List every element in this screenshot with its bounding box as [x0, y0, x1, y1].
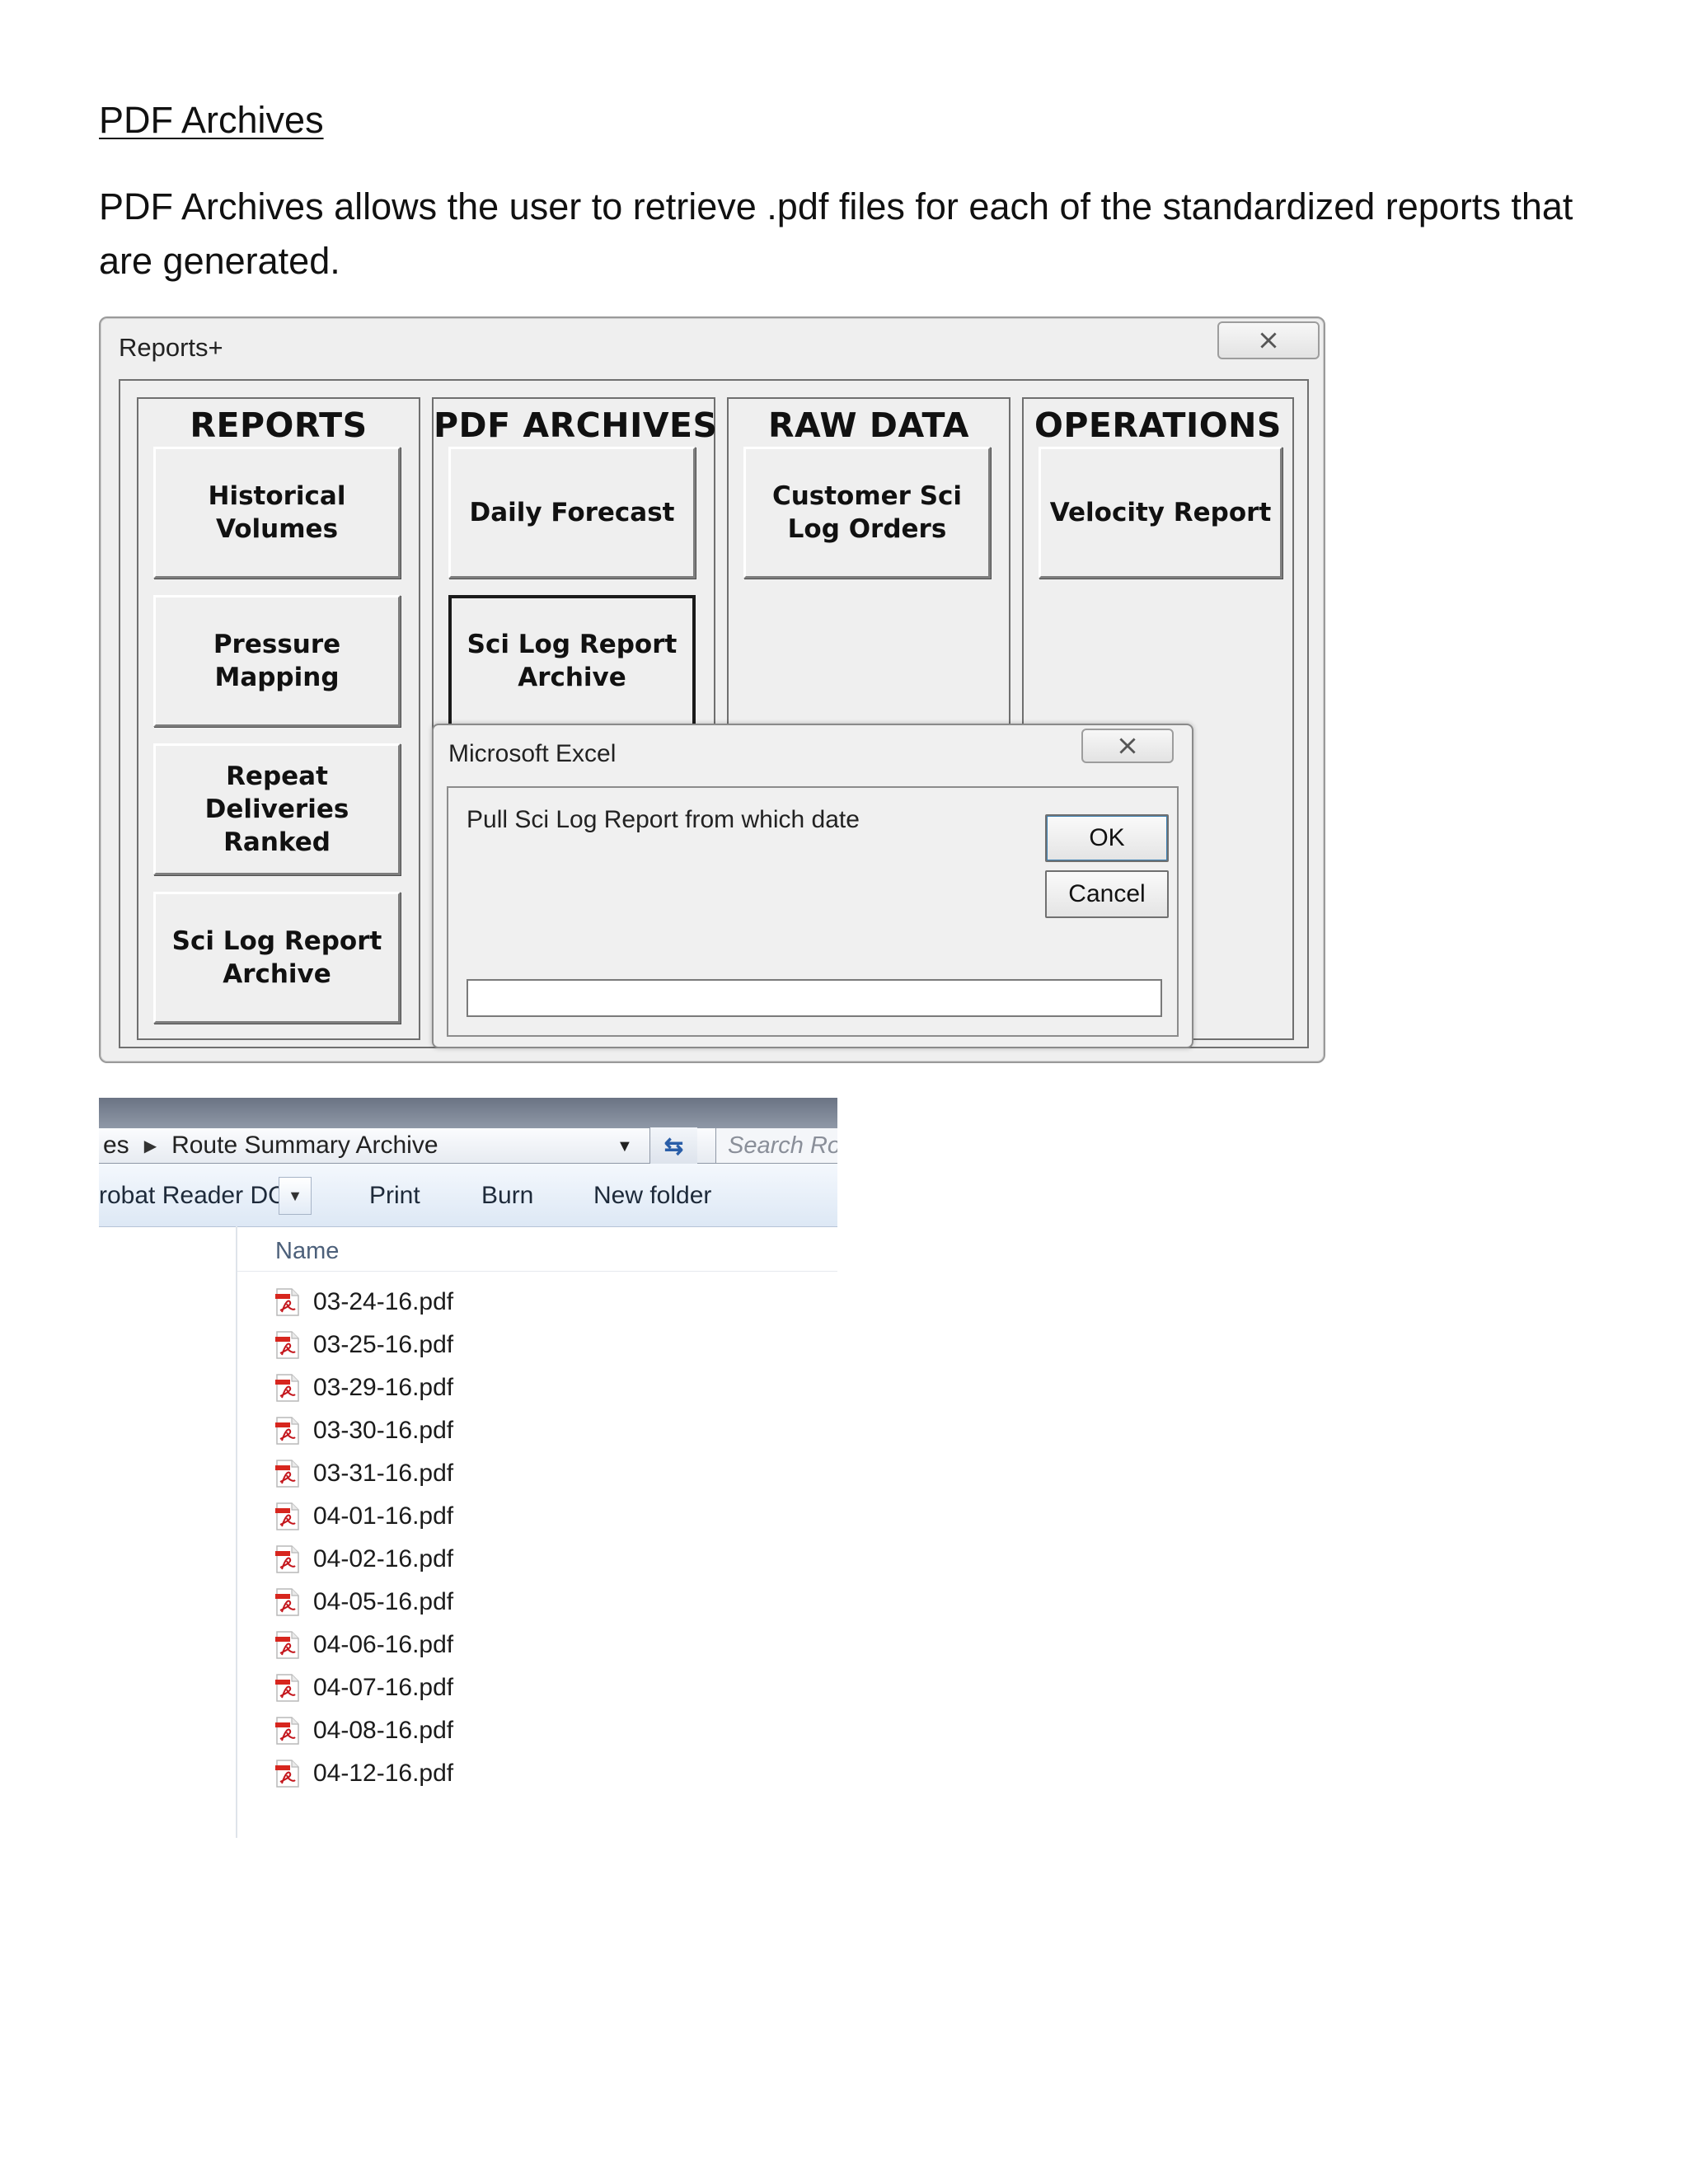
group-title-operations: OPERATIONS — [1034, 405, 1282, 445]
file-row[interactable]: 03-30-16.pdf3/: — [237, 1409, 837, 1452]
button-label: Sci Log Report Archive — [467, 630, 678, 692]
file-name: 04-05-16.pdf — [313, 1588, 454, 1615]
repeat-deliveries-ranked-button[interactable]: Repeat Deliveries Ranked — [153, 743, 401, 875]
explorer-toolbar: robat Reader DC ▼ Print Burn New folder — [99, 1164, 837, 1227]
name-column-header[interactable]: Name — [275, 1238, 339, 1265]
file-row[interactable]: 04-08-16.pdf4/: — [237, 1709, 837, 1752]
file-row[interactable]: 04-12-16.pdf4/: — [237, 1752, 837, 1795]
close-icon: ⨯ — [1256, 325, 1281, 356]
file-row[interactable]: 03-25-16.pdf3/: — [237, 1324, 837, 1366]
file-row[interactable]: 04-01-16.pdf3/: — [237, 1495, 837, 1538]
file-name: 04-07-16.pdf — [313, 1674, 454, 1701]
file-name: 04-06-16.pdf — [313, 1631, 454, 1658]
file-row[interactable]: 04-05-16.pdf4/ — [237, 1581, 837, 1624]
pdf-file-icon — [275, 1588, 299, 1616]
file-name: 03-29-16.pdf — [313, 1374, 454, 1401]
excel-input-dialog: Microsoft Excel ⨯ Pull Sci Log Report fr… — [432, 724, 1193, 1048]
file-row[interactable]: 04-06-16.pdf4/! — [237, 1624, 837, 1666]
group-title-reports: REPORTS — [190, 405, 368, 445]
file-row[interactable]: 04-02-16.pdf4/: — [237, 1538, 837, 1581]
pdf-file-icon — [275, 1374, 299, 1402]
open-with-button[interactable]: robat Reader DC — [99, 1182, 286, 1210]
search-input[interactable]: Search Ro — [715, 1127, 837, 1164]
button-label: Daily Forecast — [469, 498, 675, 527]
file-row[interactable]: 03-24-16.pdf3/: — [237, 1281, 837, 1324]
breadcrumb-current[interactable]: Route Summary Archive — [171, 1132, 438, 1160]
file-explorer: es ▶ Route Summary Archive ▼ ⇆ Search Ro… — [99, 1098, 837, 1838]
ok-button[interactable]: OK — [1045, 814, 1169, 862]
search-placeholder: Search Ro — [728, 1132, 837, 1159]
pdf-file-icon — [275, 1545, 299, 1573]
burn-button[interactable]: Burn — [481, 1182, 533, 1210]
button-label: Repeat Deliveries Ranked — [204, 762, 349, 857]
section-heading: PDF Archives — [99, 99, 324, 141]
file-row[interactable]: 03-31-16.pdf3/: — [237, 1452, 837, 1495]
file-name: 03-24-16.pdf — [313, 1288, 454, 1315]
button-label: Velocity Report — [1049, 498, 1272, 527]
new-folder-button[interactable]: New folder — [593, 1182, 711, 1210]
button-label: Pressure Mapping — [213, 630, 341, 692]
button-label: Historical Volumes — [208, 481, 346, 544]
cancel-label: Cancel — [1068, 880, 1146, 907]
section-paragraph: PDF Archives allows the user to retrieve… — [99, 185, 1573, 282]
pdf-file-icon — [275, 1288, 299, 1316]
window-close-button[interactable]: ⨯ — [1217, 321, 1320, 359]
customer-sci-log-orders-button[interactable]: Customer Sci Log Orders — [743, 447, 991, 579]
pdf-file-icon — [275, 1717, 299, 1745]
group-reports: REPORTS Historical Volumes Pressure Mapp… — [137, 397, 420, 1040]
pdf-file-icon — [275, 1460, 299, 1488]
file-name: 04-12-16.pdf — [313, 1760, 454, 1787]
pdf-file-icon — [275, 1674, 299, 1702]
pdf-file-icon — [275, 1331, 299, 1359]
pdf-sci-log-report-archive-button[interactable]: Sci Log Report Archive — [448, 595, 696, 727]
historical-volumes-button[interactable]: Historical Volumes — [153, 447, 401, 579]
refresh-icon[interactable]: ⇆ — [649, 1127, 697, 1164]
breadcrumb-arrow-icon: ▶ — [143, 1137, 157, 1155]
file-name: 03-25-16.pdf — [313, 1331, 454, 1358]
file-name: 04-01-16.pdf — [313, 1502, 454, 1530]
button-label: Sci Log Report Archive — [171, 926, 382, 989]
file-name: 03-30-16.pdf — [313, 1417, 454, 1444]
dialog-close-button[interactable]: ⨯ — [1081, 729, 1174, 763]
close-icon: ⨯ — [1115, 730, 1140, 762]
file-row[interactable]: 03-29-16.pdf3/: — [237, 1366, 837, 1409]
velocity-report-button[interactable]: Velocity Report — [1039, 447, 1282, 579]
window-title: Reports+ — [119, 333, 223, 362]
dialog-title: Microsoft Excel — [448, 740, 617, 767]
pdf-file-icon — [275, 1417, 299, 1445]
print-button[interactable]: Print — [369, 1182, 420, 1210]
pdf-file-icon — [275, 1760, 299, 1788]
button-label: Customer Sci Log Orders — [771, 481, 963, 544]
chevron-down-icon[interactable]: ▼ — [279, 1177, 312, 1215]
cancel-button[interactable]: Cancel — [1045, 870, 1169, 918]
pdf-file-icon — [275, 1631, 299, 1659]
file-name: 04-08-16.pdf — [313, 1717, 454, 1744]
file-row[interactable]: 04-07-16.pdf4/( — [237, 1666, 837, 1709]
ok-label: OK — [1089, 824, 1125, 851]
daily-forecast-button[interactable]: Daily Forecast — [448, 447, 696, 579]
address-dropdown-icon[interactable]: ▼ — [617, 1137, 633, 1156]
group-title-raw-data: RAW DATA — [767, 405, 970, 445]
breadcrumb-prev[interactable]: es — [103, 1132, 129, 1160]
group-title-pdf-archives: PDF ARCHIVES — [434, 405, 718, 445]
file-name: 04-02-16.pdf — [313, 1545, 454, 1572]
date-input[interactable] — [467, 979, 1162, 1017]
pressure-mapping-button[interactable]: Pressure Mapping — [153, 595, 401, 727]
sci-log-report-archive-button[interactable]: Sci Log Report Archive — [153, 892, 401, 1024]
file-name: 03-31-16.pdf — [313, 1460, 454, 1487]
dialog-body: Pull Sci Log Report from which date OK C… — [447, 786, 1179, 1037]
pdf-file-icon — [275, 1502, 299, 1530]
dialog-prompt: Pull Sci Log Report from which date — [467, 806, 860, 833]
column-header-row: Name Da — [237, 1226, 837, 1272]
